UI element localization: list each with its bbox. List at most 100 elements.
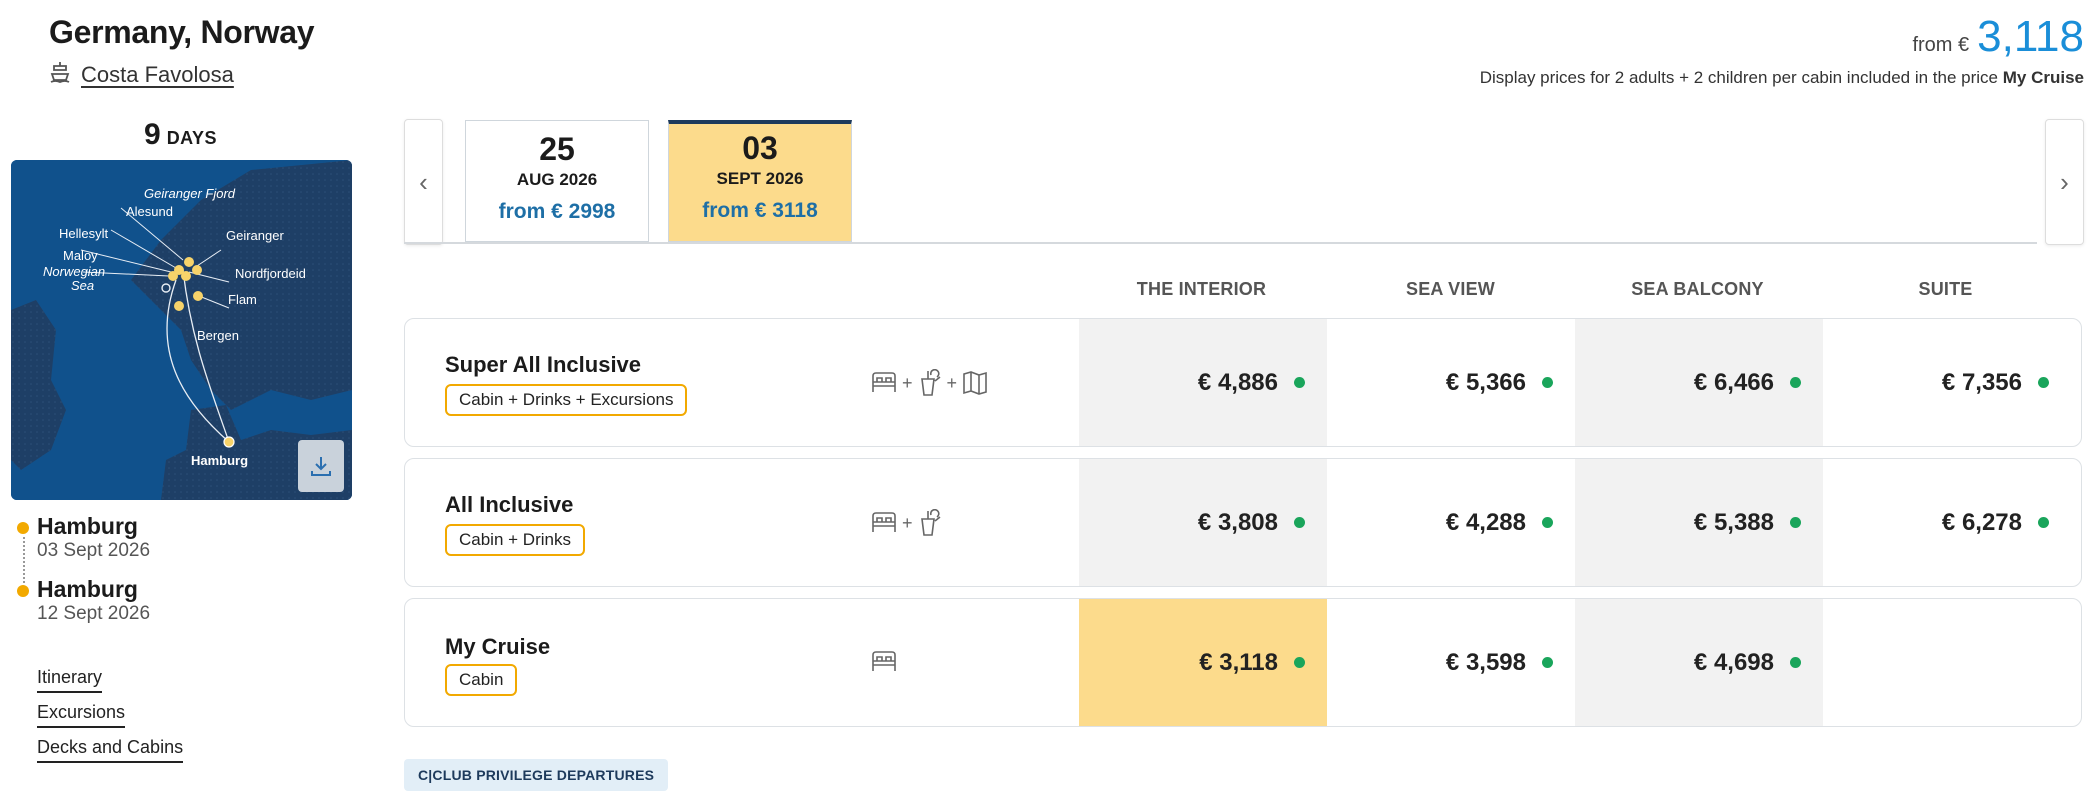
date-option-selected[interactable]: 03 SEPT 2026 from € 3118	[668, 120, 852, 242]
port-name: Hamburg	[37, 513, 138, 539]
price-cell[interactable]: € 7,356	[1823, 319, 2071, 446]
price-amount: € 3,598	[1445, 648, 1526, 676]
price-cell[interactable]: € 4,886	[1079, 319, 1327, 446]
days-number: 9	[144, 118, 161, 151]
package-badge: Cabin + Drinks + Excursions	[445, 384, 688, 416]
map-label-sea: Sea	[71, 278, 94, 293]
price-amount: € 6,466	[1693, 368, 1774, 396]
download-map-button[interactable]	[298, 440, 344, 492]
package-badge: Cabin + Drinks	[445, 524, 585, 556]
map-label-alesund: Alesund	[126, 204, 173, 219]
map-icon	[963, 371, 987, 395]
price-cell[interactable]: € 5,388	[1575, 459, 1823, 586]
date-month: AUG 2026	[516, 170, 598, 189]
disembark-port: Hamburg 12 Sept 2026	[0, 576, 360, 641]
package-icons	[870, 649, 898, 675]
availability-dot	[1294, 377, 1305, 388]
price-amount: € 6,278	[1941, 508, 2022, 536]
plus-sign: +	[902, 372, 913, 393]
availability-dot	[1542, 377, 1553, 388]
availability-dot	[1542, 517, 1553, 528]
price-cell[interactable]: € 4,698	[1575, 599, 1823, 726]
price-note-text: Display prices for 2 adults + 2 children…	[1479, 68, 1999, 87]
date-day: 25	[539, 131, 575, 167]
itinerary-link[interactable]: Itinerary	[37, 667, 103, 693]
plus-sign: +	[946, 372, 958, 393]
download-icon	[311, 457, 331, 476]
column-header-suite: SUITE	[1918, 279, 1973, 299]
drink-icon	[920, 369, 941, 396]
availability-dot	[2038, 517, 2049, 528]
price-amount: € 4,698	[1693, 648, 1774, 676]
chevron-left-icon: ‹	[419, 166, 428, 197]
date-from-price: from € 3118	[702, 199, 818, 222]
ship-icon	[49, 60, 71, 90]
ship-name[interactable]: Costa Favolosa	[81, 62, 234, 88]
map-label-bergen: Bergen	[197, 328, 239, 343]
availability-dot	[1542, 657, 1553, 668]
date-month: SEPT 2026	[716, 169, 804, 188]
package-row-super-all-inclusive: Super All Inclusive Cabin + Drinks + Exc…	[404, 318, 2082, 447]
price-cell[interactable]: € 3,808	[1079, 459, 1327, 586]
from-price-value: 3,118	[1977, 12, 2084, 61]
prev-dates-button[interactable]: ‹	[404, 119, 443, 245]
column-header-sea-view: SEA VIEW	[1406, 279, 1495, 299]
club-privilege-badge: C|CLUB PRIVILEGE DEPARTURES	[404, 759, 669, 791]
price-note-package: My Cruise	[2002, 68, 2084, 87]
plus-sign: +	[902, 512, 913, 533]
map-label-nordfjordeid: Nordfjordeid	[235, 266, 306, 281]
availability-dot	[2038, 377, 2049, 388]
package-icons: +	[870, 509, 943, 537]
excursions-link[interactable]: Excursions	[37, 702, 126, 728]
bed-icon	[872, 372, 896, 392]
map-label-fjord: Geiranger Fjord	[144, 186, 236, 201]
price-amount: € 5,366	[1445, 368, 1526, 396]
availability-dot	[1294, 517, 1305, 528]
date-option[interactable]: 25 AUG 2026 from € 2998	[465, 120, 649, 242]
price-amount: € 5,388	[1693, 508, 1774, 536]
price-cell[interactable]: € 6,466	[1575, 319, 1823, 446]
bed-icon	[872, 651, 896, 671]
itinerary-map[interactable]: Geiranger Fjord Alesund Hellesylt Geiran…	[11, 160, 352, 500]
bed-icon	[872, 512, 896, 532]
price-cell[interactable]: € 4,288	[1327, 459, 1575, 586]
package-badge: Cabin	[445, 664, 518, 696]
port-name: Hamburg	[37, 576, 138, 602]
embark-port: Hamburg 03 Sept 2026	[0, 513, 360, 578]
price-cell[interactable]: € 3,598	[1327, 599, 1575, 726]
availability-dot	[1294, 657, 1305, 668]
package-title: All Inclusive	[445, 492, 574, 517]
from-price: from € 3,118	[1912, 12, 2084, 62]
date-from-price: from € 2998	[498, 200, 616, 223]
price-cell[interactable]: € 5,366	[1327, 319, 1575, 446]
price-cell-empty	[1823, 599, 2071, 726]
port-date: 03 Sept 2026	[37, 540, 151, 561]
package-title: Super All Inclusive	[445, 352, 642, 377]
price-amount: € 4,288	[1445, 508, 1526, 536]
package-row-all-inclusive: All Inclusive Cabin + Drinks + € 3,808 €…	[404, 458, 2082, 587]
port-date: 12 Sept 2026	[37, 603, 151, 624]
from-price-label: from €	[1912, 34, 1970, 56]
price-note: Display prices for 2 adults + 2 children…	[1480, 68, 2084, 88]
decks-cabins-link[interactable]: Decks and Cabins	[37, 737, 184, 763]
package-row-my-cruise: My Cruise Cabin € 3,118 € 3,598 € 4,698	[404, 598, 2082, 727]
price-cell-selected[interactable]: € 3,118	[1079, 599, 1327, 726]
price-cell[interactable]: € 6,278	[1823, 459, 2071, 586]
chevron-right-icon: ›	[2060, 166, 2069, 197]
date-day: 03	[742, 130, 778, 166]
map-label-flam: Flam	[228, 292, 257, 307]
availability-dot	[1790, 517, 1801, 528]
column-header-interior: THE INTERIOR	[1136, 279, 1267, 299]
port-dot	[17, 522, 29, 534]
column-header-sea-balcony: SEA BALCONY	[1631, 279, 1764, 299]
days-label: DAYS	[166, 128, 218, 148]
drink-icon	[920, 509, 941, 536]
itinerary-connector	[23, 537, 25, 583]
cruise-route-title: Germany, Norway	[49, 14, 315, 50]
ship-link[interactable]: Costa Favolosa	[49, 60, 234, 90]
map-label-hamburg: Hamburg	[191, 453, 248, 468]
package-title: My Cruise	[445, 634, 551, 659]
port-dot	[17, 585, 29, 597]
next-dates-button[interactable]: ›	[2045, 119, 2084, 245]
map-label-maloy: Maloy	[63, 248, 98, 263]
